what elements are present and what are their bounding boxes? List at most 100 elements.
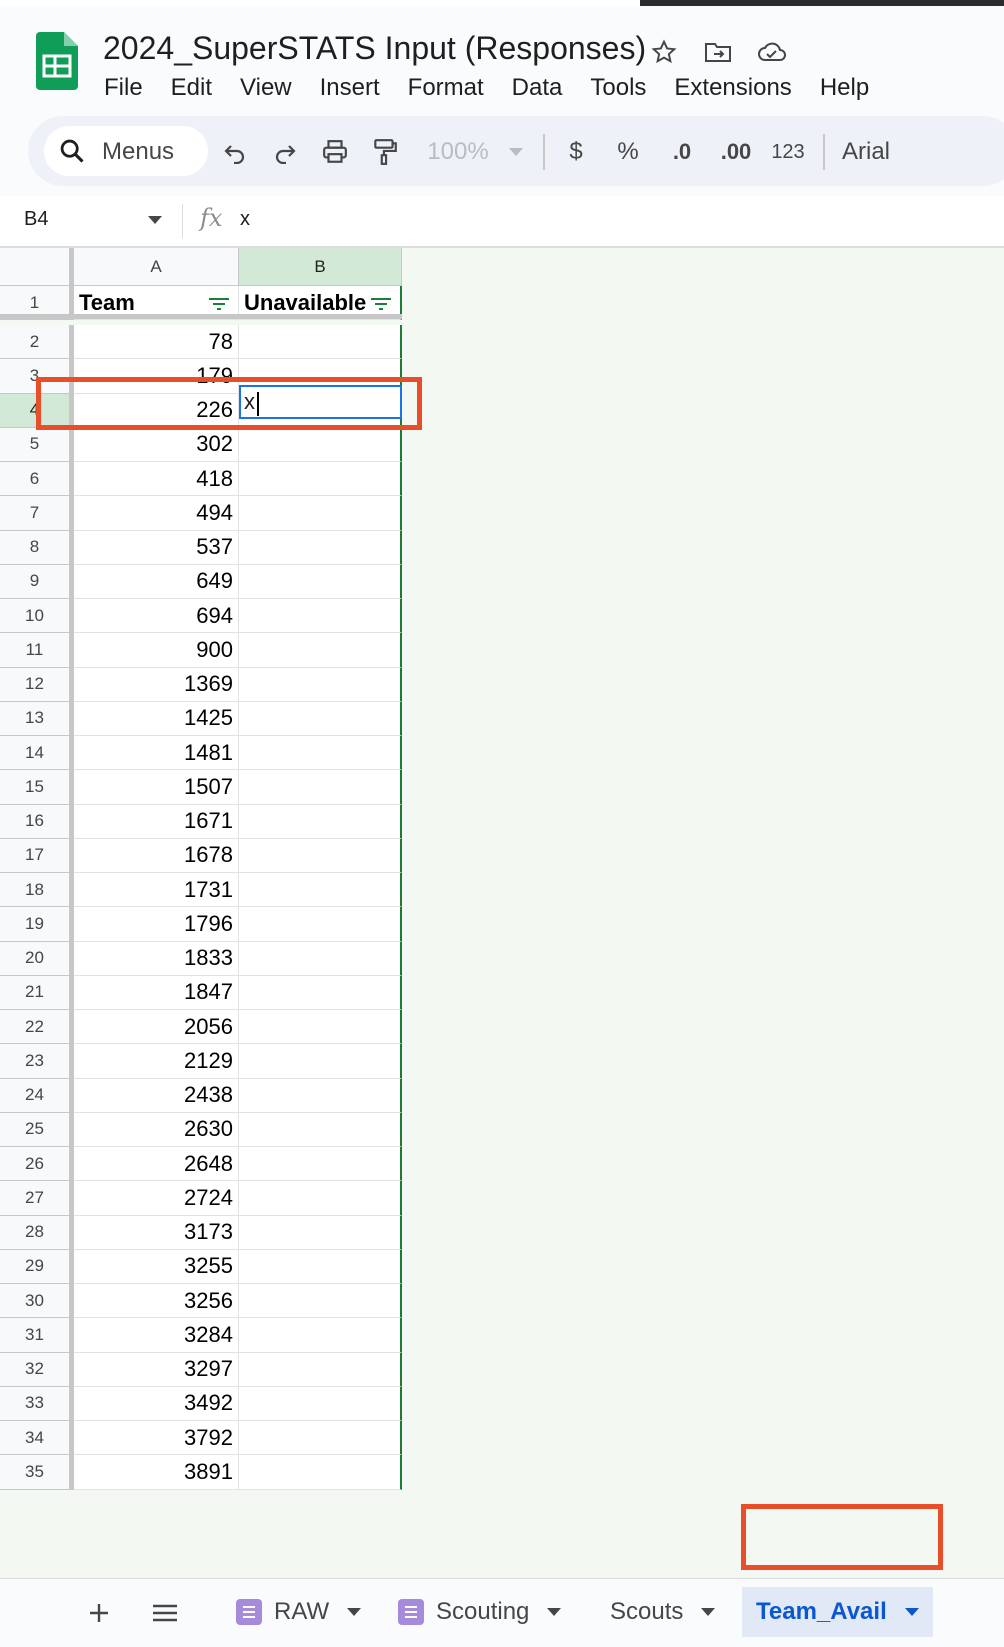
- cell-unavailable[interactable]: [239, 496, 402, 531]
- row-header-20[interactable]: 20: [0, 941, 74, 976]
- cell-unavailable[interactable]: [239, 1112, 402, 1147]
- sheet-tab-raw[interactable]: RAW: [236, 1587, 362, 1637]
- cell-unavailable[interactable]: [239, 633, 402, 668]
- cell-unavailable[interactable]: [239, 736, 402, 771]
- cell-unavailable[interactable]: [239, 1455, 402, 1490]
- number-format-button[interactable]: 123: [768, 134, 808, 170]
- cell-unavailable[interactable]: [239, 975, 402, 1010]
- cell-unavailable[interactable]: [239, 1318, 402, 1353]
- cell-unavailable[interactable]: [239, 1215, 402, 1250]
- row-header-23[interactable]: 23: [0, 1044, 74, 1079]
- cell-unavailable[interactable]: [239, 1352, 402, 1387]
- row-header-19[interactable]: 19: [0, 907, 74, 942]
- cell-unavailable[interactable]: [239, 325, 402, 360]
- cell-team[interactable]: 694: [74, 599, 239, 634]
- row-header-28[interactable]: 28: [0, 1215, 74, 1250]
- row-header-21[interactable]: 21: [0, 975, 74, 1010]
- cell-team[interactable]: 1425: [74, 701, 239, 736]
- document-title[interactable]: 2024_SuperSTATS Input (Responses): [103, 30, 646, 67]
- cell-team[interactable]: 649: [74, 564, 239, 599]
- cell-unavailable[interactable]: [239, 599, 402, 634]
- cell-team[interactable]: 3255: [74, 1249, 239, 1284]
- row-header-6[interactable]: 6: [0, 462, 74, 497]
- filter-unavailable-icon[interactable]: [370, 297, 392, 311]
- tab-menu-dropdown-icon[interactable]: [701, 1608, 716, 1616]
- sheet-tab-team-avail[interactable]: Team_Avail: [742, 1587, 933, 1637]
- menus-search-button[interactable]: Menus: [44, 126, 208, 176]
- tab-menu-dropdown-icon[interactable]: [347, 1608, 362, 1616]
- decrease-decimal-button[interactable]: .0: [664, 134, 700, 170]
- cell-team[interactable]: 2724: [74, 1181, 239, 1216]
- row-header-26[interactable]: 26: [0, 1147, 74, 1182]
- cell-unavailable[interactable]: [239, 1284, 402, 1319]
- cell-unavailable[interactable]: [239, 1421, 402, 1456]
- sheet-tab-scouts[interactable]: Scouts: [610, 1587, 716, 1637]
- row-header-7[interactable]: 7: [0, 496, 74, 531]
- row-header-8[interactable]: 8: [0, 530, 74, 565]
- row-header-35[interactable]: 35: [0, 1455, 74, 1490]
- cell-team[interactable]: 3492: [74, 1386, 239, 1421]
- cell-team[interactable]: 3284: [74, 1318, 239, 1353]
- cell-unavailable[interactable]: [239, 564, 402, 599]
- column-header-a[interactable]: A: [74, 248, 239, 286]
- cell-team[interactable]: 1731: [74, 873, 239, 908]
- cell-unavailable[interactable]: [239, 427, 402, 462]
- column-header-b[interactable]: B: [239, 248, 402, 286]
- row-header-15[interactable]: 15: [0, 770, 74, 805]
- cell-team[interactable]: 1796: [74, 907, 239, 942]
- row-header-16[interactable]: 16: [0, 804, 74, 839]
- undo-icon[interactable]: [218, 134, 252, 170]
- cell-team[interactable]: 1507: [74, 770, 239, 805]
- cell-team[interactable]: 1833: [74, 941, 239, 976]
- cell-unavailable[interactable]: [239, 1044, 402, 1079]
- filter-team-icon[interactable]: [208, 297, 230, 311]
- cell-unavailable[interactable]: [239, 804, 402, 839]
- cell-unavailable[interactable]: [239, 530, 402, 565]
- row-header-27[interactable]: 27: [0, 1181, 74, 1216]
- tab-menu-dropdown-icon[interactable]: [547, 1608, 562, 1616]
- cell-team[interactable]: 3297: [74, 1352, 239, 1387]
- row-header-25[interactable]: 25: [0, 1112, 74, 1147]
- cell-unavailable[interactable]: [239, 701, 402, 736]
- frozen-row-divider[interactable]: [0, 314, 402, 319]
- row-header-30[interactable]: 30: [0, 1284, 74, 1319]
- cell-team[interactable]: 2630: [74, 1112, 239, 1147]
- cell-team[interactable]: 302: [74, 427, 239, 462]
- menu-data[interactable]: Data: [512, 68, 563, 108]
- zoom-dropdown-icon[interactable]: [506, 134, 526, 170]
- all-sheets-menu-icon[interactable]: [152, 1593, 182, 1633]
- cell-team[interactable]: 1678: [74, 838, 239, 873]
- move-folder-icon[interactable]: [702, 36, 734, 68]
- formula-input[interactable]: x: [240, 208, 250, 231]
- row-header-24[interactable]: 24: [0, 1078, 74, 1113]
- cloud-saved-icon[interactable]: [756, 36, 788, 68]
- row-header-29[interactable]: 29: [0, 1249, 74, 1284]
- cell-team[interactable]: 3256: [74, 1284, 239, 1319]
- row-header-2[interactable]: 2: [0, 325, 74, 360]
- cell-unavailable[interactable]: [239, 1147, 402, 1182]
- print-icon[interactable]: [318, 134, 352, 170]
- cell-team[interactable]: 494: [74, 496, 239, 531]
- name-box-dropdown-icon[interactable]: [148, 216, 162, 224]
- cell-team[interactable]: 1847: [74, 975, 239, 1010]
- cell-unavailable[interactable]: [239, 1010, 402, 1045]
- row-header-9[interactable]: 9: [0, 564, 74, 599]
- cell-team[interactable]: 2056: [74, 1010, 239, 1045]
- cell-team[interactable]: 1671: [74, 804, 239, 839]
- tab-menu-dropdown-icon[interactable]: [904, 1608, 919, 1616]
- row-header-10[interactable]: 10: [0, 599, 74, 634]
- cell-unavailable[interactable]: [239, 941, 402, 976]
- menu-file[interactable]: File: [104, 68, 143, 108]
- row-header-5[interactable]: 5: [0, 427, 74, 462]
- font-select[interactable]: Arial: [842, 134, 902, 170]
- cell-unavailable[interactable]: [239, 667, 402, 702]
- row-header-12[interactable]: 12: [0, 667, 74, 702]
- sheets-logo-icon[interactable]: [36, 32, 78, 90]
- select-all-corner[interactable]: [0, 248, 74, 286]
- cell-team[interactable]: 537: [74, 530, 239, 565]
- row-header-32[interactable]: 32: [0, 1352, 74, 1387]
- row-header-22[interactable]: 22: [0, 1010, 74, 1045]
- cell-team[interactable]: 1481: [74, 736, 239, 771]
- cell-unavailable[interactable]: [239, 462, 402, 497]
- cell-unavailable[interactable]: [239, 838, 402, 873]
